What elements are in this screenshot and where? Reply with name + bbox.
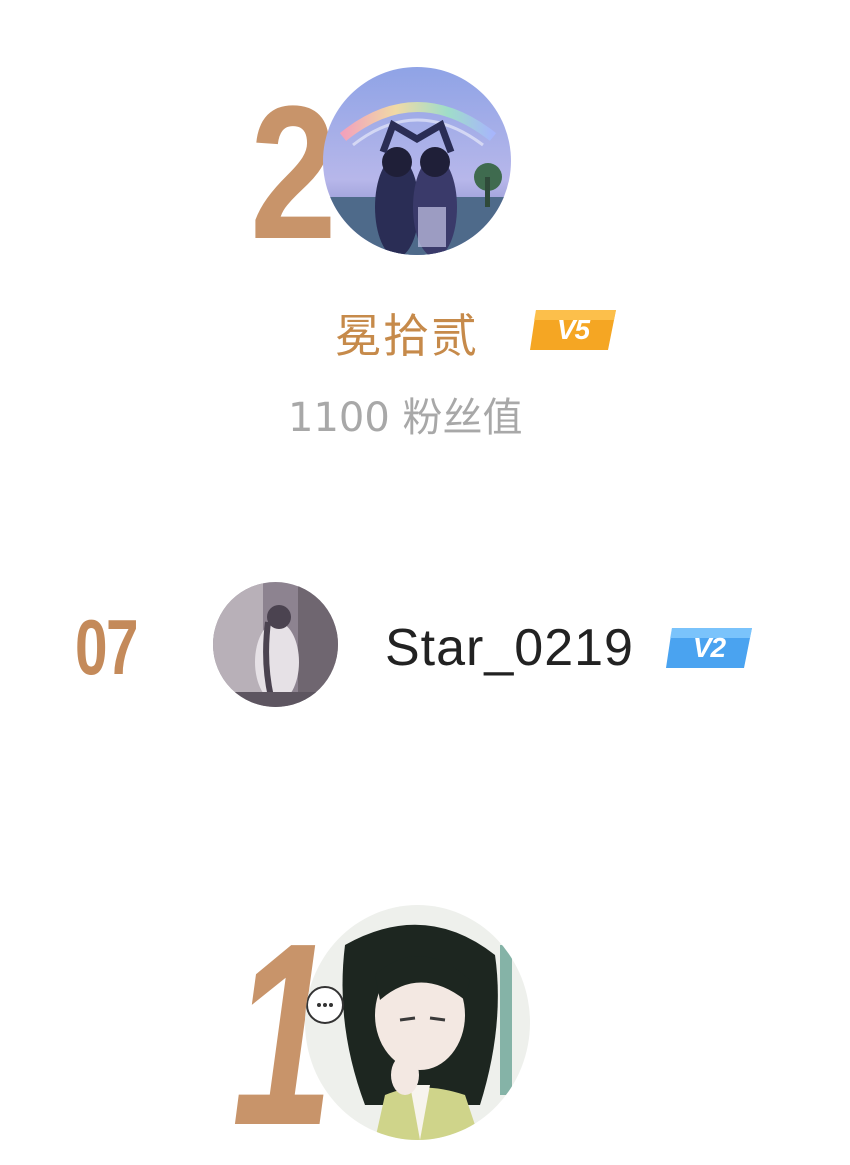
- vip-level-label: V2: [692, 632, 726, 663]
- fans-value-rank-2: 1100 粉丝值: [288, 395, 523, 441]
- avatar-rank-1[interactable]: [305, 905, 530, 1140]
- user-name-rank-2[interactable]: 冕拾贰: [335, 300, 479, 366]
- rank-number-07: 07: [75, 603, 139, 691]
- rank-number-2: 2: [250, 67, 337, 279]
- vip-badge-v5: V5: [528, 308, 618, 352]
- vip-level-label: V5: [556, 314, 590, 345]
- user-name-rank-07[interactable]: Star_0219: [385, 618, 634, 678]
- avatar-rank-07[interactable]: [213, 582, 338, 707]
- avatar-image: [213, 582, 338, 707]
- avatar-image: [305, 905, 530, 1140]
- avatar-rank-2[interactable]: [323, 67, 511, 255]
- vip-badge-v2: V2: [664, 626, 754, 670]
- fan-ranking-page: 2 冕拾贰 V5 1100 粉丝值 07 Star_0219 V2 1: [0, 0, 850, 1165]
- avatar-image: [323, 67, 511, 255]
